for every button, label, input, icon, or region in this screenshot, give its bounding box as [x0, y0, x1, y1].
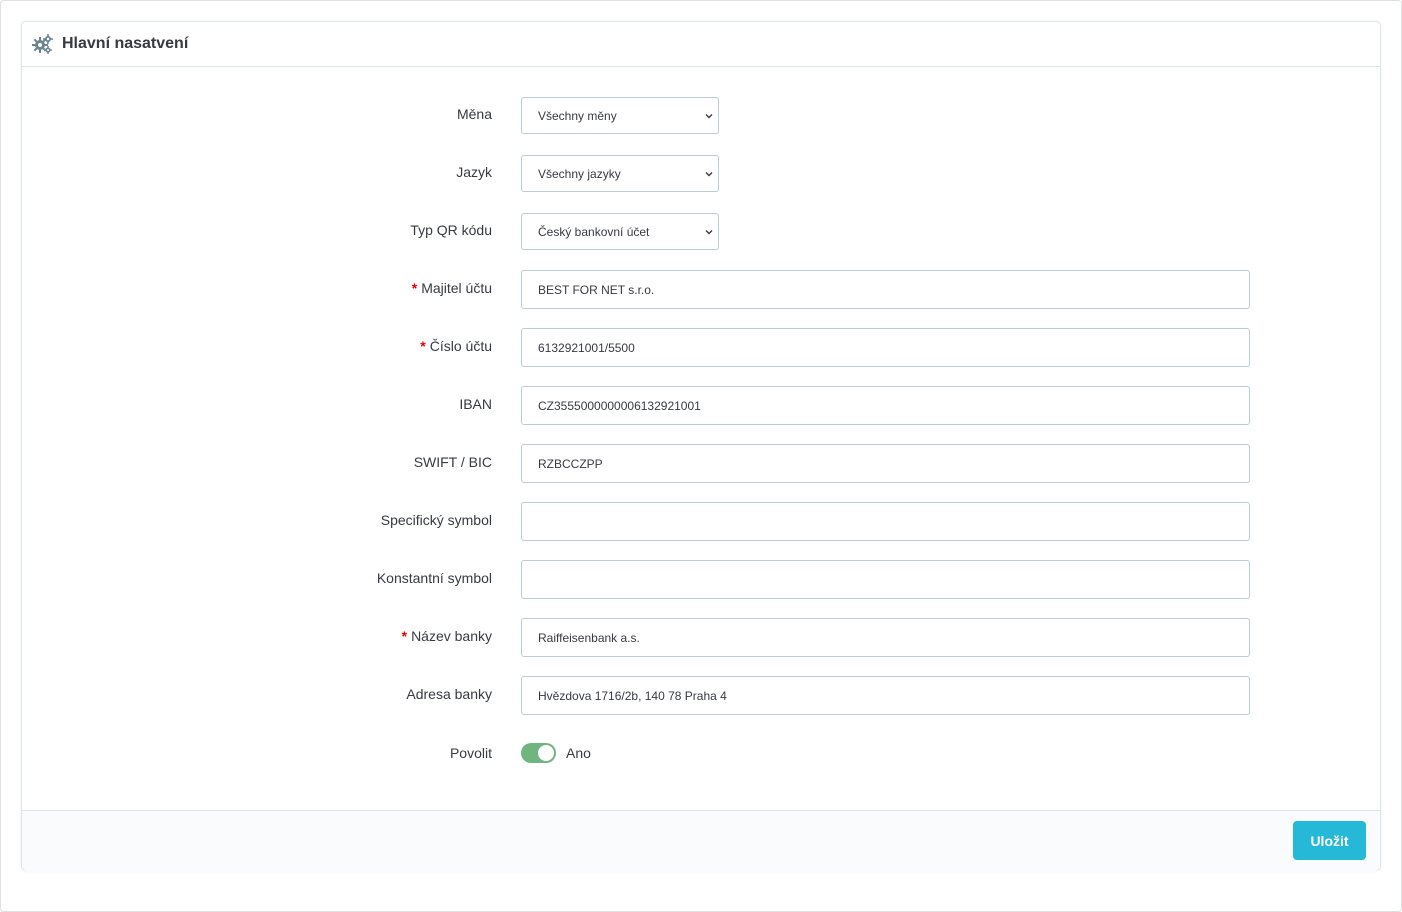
chevron-down-icon	[705, 172, 713, 177]
account-owner-label: * Majitel účtu	[412, 268, 492, 308]
enable-label: Povolit	[449, 745, 492, 761]
account-number-row: * Číslo účtu 6132921001/5500	[22, 328, 1380, 368]
bank-name-label-text: Název banky	[411, 628, 492, 644]
required-marker: *	[411, 280, 418, 296]
qr-type-select-value: Český bankovní účet	[538, 225, 650, 239]
enable-toggle[interactable]	[521, 743, 556, 763]
account-number-input[interactable]: 6132921001/5500	[521, 328, 1250, 367]
chevron-down-icon	[705, 114, 713, 119]
swift-input[interactable]: RZBCCZPP	[521, 444, 1250, 483]
bank-address-label: Adresa banky	[406, 686, 492, 702]
panel-header: Hlavní nasatvení	[22, 22, 1380, 67]
required-marker: *	[401, 628, 408, 644]
save-button[interactable]: Uložit	[1293, 821, 1366, 860]
iban-input[interactable]: CZ3555000000006132921001	[521, 386, 1250, 425]
qr-type-row: Typ QR kódu Český bankovní účet	[22, 212, 1380, 252]
enable-row: Povolit Ano	[22, 733, 1380, 773]
account-owner-value: BEST FOR NET s.r.o.	[538, 283, 655, 297]
qr-type-select[interactable]: Český bankovní účet	[521, 213, 719, 250]
constant-symbol-row: Konstantní symbol	[22, 560, 1380, 600]
account-owner-row: * Majitel účtu BEST FOR NET s.r.o.	[22, 270, 1380, 310]
toggle-knob	[538, 745, 554, 761]
panel-title: Hlavní nasatvení	[62, 35, 189, 52]
iban-row: IBAN CZ3555000000006132921001	[22, 386, 1380, 426]
constant-symbol-input[interactable]	[521, 560, 1250, 599]
bank-name-row: * Název banky Raiffeisenbank a.s.	[22, 618, 1380, 658]
account-number-label: * Číslo účtu	[420, 326, 492, 366]
settings-panel: Hlavní nasatvení Měna Všechny měny Jazyk…	[21, 21, 1381, 871]
language-row: Jazyk Všechny jazyky	[22, 154, 1380, 194]
required-marker: *	[420, 338, 426, 354]
language-select[interactable]: Všechny jazyky	[521, 155, 719, 192]
bank-address-row: Adresa banky Hvězdova 1716/2b, 140 78 Pr…	[22, 676, 1380, 716]
bank-name-input[interactable]: Raiffeisenbank a.s.	[521, 618, 1250, 657]
chevron-down-icon	[705, 230, 713, 235]
currency-row: Měna Všechny měny	[22, 96, 1380, 136]
account-number-label-text: Číslo účtu	[429, 338, 492, 354]
specific-symbol-label: Specifický symbol	[380, 512, 492, 528]
bank-address-value: Hvězdova 1716/2b, 140 78 Praha 4	[538, 689, 727, 703]
currency-select[interactable]: Všechny měny	[521, 97, 719, 134]
cogs-icon	[32, 33, 54, 55]
account-owner-input[interactable]: BEST FOR NET s.r.o.	[521, 270, 1250, 309]
account-number-value: 6132921001/5500	[538, 341, 635, 355]
specific-symbol-input[interactable]	[521, 502, 1250, 541]
enable-toggle-wrap: Ano	[521, 733, 591, 773]
specific-symbol-row: Specifický symbol	[22, 502, 1380, 542]
language-select-value: Všechny jazyky	[538, 167, 621, 181]
enable-state-label: Ano	[566, 745, 591, 761]
iban-value: CZ3555000000006132921001	[538, 399, 701, 413]
currency-select-value: Všechny měny	[538, 109, 617, 123]
language-label: Jazyk	[456, 164, 492, 180]
swift-value: RZBCCZPP	[538, 457, 603, 471]
bank-name-label: * Název banky	[402, 616, 492, 656]
bank-name-value: Raiffeisenbank a.s.	[538, 631, 640, 645]
iban-label: IBAN	[459, 396, 492, 412]
constant-symbol-label: Konstantní symbol	[376, 570, 492, 586]
panel-footer: Uložit	[22, 810, 1380, 871]
qr-type-label: Typ QR kódu	[410, 222, 492, 238]
swift-label: SWIFT / BIC	[413, 454, 492, 470]
currency-label: Měna	[456, 106, 492, 122]
bank-address-input[interactable]: Hvězdova 1716/2b, 140 78 Praha 4	[521, 676, 1250, 715]
swift-row: SWIFT / BIC RZBCCZPP	[22, 444, 1380, 484]
account-owner-label-text: Majitel účtu	[421, 280, 492, 296]
